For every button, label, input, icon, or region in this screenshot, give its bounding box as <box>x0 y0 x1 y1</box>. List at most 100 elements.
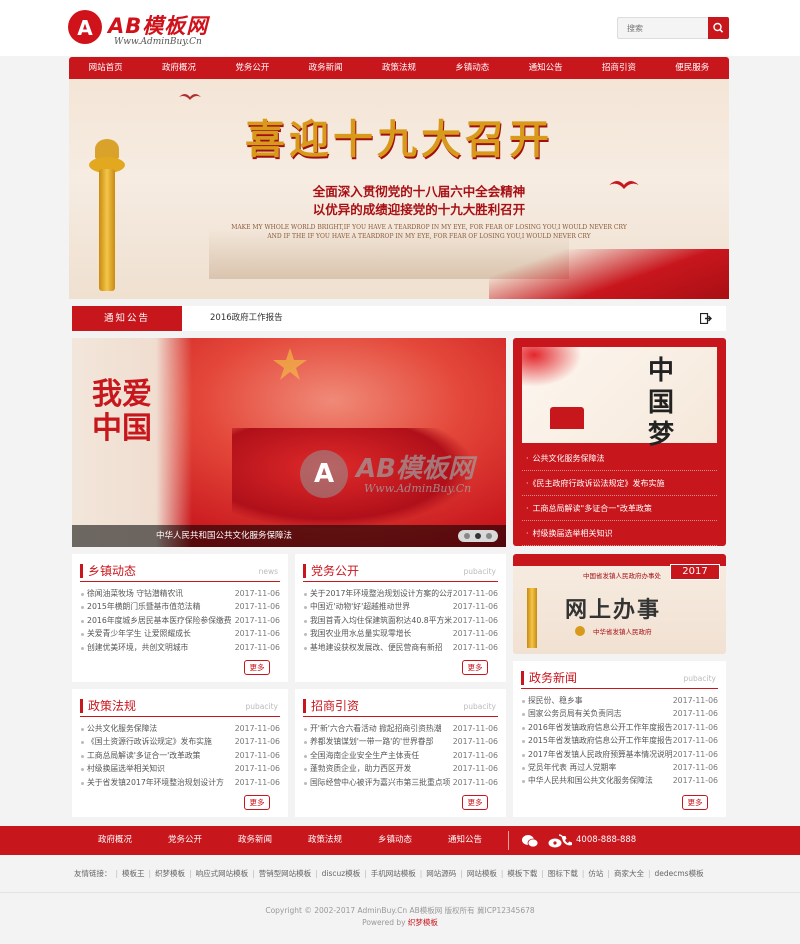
list-item[interactable]: 蓬勃资质企业，助力西区开发 2017-11-06 <box>303 762 498 775</box>
list-item[interactable]: 公共文化服务保障法 2017-11-06 <box>80 722 280 735</box>
news-title[interactable]: 基地建设获权发展改、便民营商有新招 <box>303 641 452 654</box>
list-item[interactable]: 中华人民共和国公共文化服务保障法 2017-11-06 <box>521 774 718 787</box>
list-item[interactable]: 工商总局解读"多证合一"改革政策 <box>522 496 717 521</box>
list-item[interactable]: 2015年省发镇政府信息公开工作年度报告 2017-11-06 <box>521 734 718 747</box>
list-item[interactable]: 探民份、稳乡事 2017-11-06 <box>521 694 718 707</box>
friend-link[interactable]: 织梦模板 <box>155 869 185 878</box>
list-item[interactable]: 《民主政府行政诉讼法规定》发布实施 <box>522 471 717 496</box>
news-title[interactable]: 工商总局解读'多证合一'改革政策 <box>80 749 234 762</box>
list-item[interactable]: 关于2017年环境整治规划设计方案的公示 2017-11-06 <box>303 587 498 600</box>
friend-link[interactable]: dedecms模板 <box>654 869 703 878</box>
more-button[interactable]: 更多 <box>682 795 708 810</box>
search-input[interactable] <box>617 17 708 39</box>
nav-notices[interactable]: 通知公告 <box>509 57 582 79</box>
list-item[interactable]: 全国海南企业安全生产主体责任 2017-11-06 <box>303 749 498 762</box>
nav-gov-news[interactable]: 政务新闻 <box>289 57 362 79</box>
list-item[interactable]: 公共文化服务保障法 <box>522 446 717 471</box>
nav-home[interactable]: 网站首页 <box>69 57 142 79</box>
news-title[interactable]: 关于省发镇2017年环境整治规划设计方 <box>80 776 234 789</box>
china-dream-image[interactable]: 中国梦 <box>522 347 717 450</box>
footer-nav-item[interactable]: 党务公开 <box>150 826 220 855</box>
list-item[interactable]: 徐闻油菜牧场 守钻潜精农讯 2017-11-06 <box>80 587 280 600</box>
friend-link[interactable]: 网站模板 <box>467 869 497 878</box>
nav-party-affairs[interactable]: 党务公开 <box>216 57 289 79</box>
list-item[interactable]: 党员年代表 再过人党期率 2017-11-06 <box>521 761 718 774</box>
nav-policy[interactable]: 政策法规 <box>362 57 435 79</box>
footer-nav-item[interactable]: 通知公告 <box>430 826 500 855</box>
wechat-icon[interactable] <box>522 834 538 848</box>
news-title[interactable]: 开'新'六合六看活动 掀起招商引资热潮 <box>303 722 452 735</box>
list-item[interactable]: 工商总局解读'多证合一'改革政策 2017-11-06 <box>80 749 280 762</box>
news-title[interactable]: 关爱青少年学生 让爱照耀成长 <box>80 627 234 640</box>
news-title[interactable]: 2016年度城乡居民基本医疗保险参保缴费 <box>80 614 234 627</box>
friend-link[interactable]: 响应式网站模板 <box>196 869 249 878</box>
news-title[interactable]: 党员年代表 再过人党期率 <box>521 761 672 774</box>
list-item[interactable]: 2017年省发镇人民政府预算基本情况说明 2017-11-06 <box>521 748 718 761</box>
list-item[interactable]: 创建优美环境，共创文明城市 2017-11-06 <box>80 641 280 654</box>
more-button[interactable]: 更多 <box>462 795 488 810</box>
news-title[interactable]: 探民份、稳乡事 <box>521 694 672 707</box>
news-title[interactable]: 公共文化服务保障法 <box>80 722 234 735</box>
friend-link[interactable]: 模板王 <box>122 869 145 878</box>
friend-link[interactable]: 商家大全 <box>614 869 644 878</box>
list-item[interactable]: 关爱青少年学生 让爱照耀成长 2017-11-06 <box>80 627 280 640</box>
search-button[interactable] <box>708 17 729 39</box>
friend-link[interactable]: 网站源码 <box>426 869 456 878</box>
news-title[interactable]: 蓬勃资质企业，助力西区开发 <box>303 762 452 775</box>
list-item[interactable]: 基地建设获权发展改、便民营商有新招 2017-11-06 <box>303 641 498 654</box>
news-title[interactable]: 2017年省发镇人民政府预算基本情况说明 <box>521 748 672 761</box>
news-title[interactable]: 创建优美环境，共创文明城市 <box>80 641 234 654</box>
news-title[interactable]: 中华人民共和国公共文化服务保障法 <box>521 774 672 787</box>
nav-investment[interactable]: 招商引资 <box>582 57 655 79</box>
footer-nav-item[interactable]: 政务新闻 <box>220 826 290 855</box>
list-item[interactable]: 村级换届选举相关知识 <box>522 521 717 546</box>
list-item[interactable]: 《国土资源行政诉讼规定》发布实施 2017-11-06 <box>80 735 280 748</box>
list-item[interactable]: 关于省发镇2017年环境整治规划设计方 2017-11-06 <box>80 776 280 789</box>
news-title[interactable]: 国际经营中心被评为嘉兴市第三批重点项 <box>303 776 452 789</box>
news-title[interactable]: 国家公务员局有关负责同志 <box>521 707 672 720</box>
news-title[interactable]: 2016年省发镇政府信息公开工作年度报告 <box>521 721 672 734</box>
online-office-banner[interactable]: 中国省发镇人民政府办事处 2017 网上办事 中华省发镇人民政府 <box>513 554 726 654</box>
news-title[interactable]: 徐闻油菜牧场 守钻潜精农讯 <box>80 587 234 600</box>
list-item[interactable]: 2015年横朗门乐暨基市值范法精 2017-11-06 <box>80 600 280 613</box>
list-item[interactable]: 国家公务员局有关负责同志 2017-11-06 <box>521 707 718 720</box>
list-item[interactable]: 我国农业用水总量实现零增长 2017-11-06 <box>303 627 498 640</box>
slider-dot-active[interactable] <box>475 533 481 539</box>
news-title[interactable]: 养都发镇谋划'一带一路'的'世界眷部 <box>303 735 452 748</box>
news-title[interactable]: 2015年省发镇政府信息公开工作年度报告 <box>521 734 672 747</box>
friend-link[interactable]: 营销型网站模板 <box>259 869 312 878</box>
list-item[interactable]: 养都发镇谋划'一带一路'的'世界眷部 2017-11-06 <box>303 735 498 748</box>
notice-text[interactable]: 2016政府工作报告 <box>210 306 283 331</box>
list-item[interactable]: 国际经营中心被评为嘉兴市第三批重点项 2017-11-06 <box>303 776 498 789</box>
nav-town-news[interactable]: 乡镇动态 <box>436 57 509 79</box>
more-button[interactable]: 更多 <box>244 660 270 675</box>
list-item[interactable]: 2016年省发镇政府信息公开工作年度报告 2017-11-06 <box>521 721 718 734</box>
news-title[interactable]: 全国海南企业安全生产主体责任 <box>303 749 452 762</box>
news-title[interactable]: 中国近'动物'好'超越推动世界 <box>303 600 452 613</box>
news-title[interactable]: 《国土资源行政诉讼规定》发布实施 <box>80 735 234 748</box>
slider-dot[interactable] <box>464 533 470 539</box>
logo[interactable]: A AB模板网 Www.AdminBuy.Cn <box>68 8 228 50</box>
friend-link[interactable]: 仿站 <box>588 869 603 878</box>
nav-gov-overview[interactable]: 政府概况 <box>142 57 215 79</box>
arrow-exit-icon[interactable] <box>700 313 712 324</box>
slider-dot[interactable] <box>486 533 492 539</box>
friend-link[interactable]: discuz模板 <box>322 869 361 878</box>
friend-link[interactable]: 手机网站模板 <box>371 869 416 878</box>
list-item[interactable]: 我国首青入均住保建筑面积达40.8平方米 2017-11-06 <box>303 614 498 627</box>
powered-link[interactable]: 织梦模板 <box>408 918 438 927</box>
footer-nav-item[interactable]: 乡镇动态 <box>360 826 430 855</box>
footer-nav-item[interactable]: 政策法规 <box>290 826 360 855</box>
list-item[interactable]: 村级换届选举相关知识 2017-11-06 <box>80 762 280 775</box>
news-title[interactable]: 我国首青入均住保建筑面积达40.8平方米 <box>303 614 452 627</box>
more-button[interactable]: 更多 <box>244 795 270 810</box>
list-item[interactable]: 中国近'动物'好'超越推动世界 2017-11-06 <box>303 600 498 613</box>
footer-nav-item[interactable]: 政府概况 <box>80 826 150 855</box>
news-title[interactable]: 关于2017年环境整治规划设计方案的公示 <box>303 587 452 600</box>
list-item[interactable]: 开'新'六合六看活动 掀起招商引资热潮 2017-11-06 <box>303 722 498 735</box>
news-title[interactable]: 2015年横朗门乐暨基市值范法精 <box>80 600 234 613</box>
list-item[interactable]: 2016年度城乡居民基本医疗保险参保缴费 2017-11-06 <box>80 614 280 627</box>
friend-link[interactable]: 图标下载 <box>548 869 578 878</box>
news-title[interactable]: 村级换届选举相关知识 <box>80 762 234 775</box>
friend-link[interactable]: 模板下载 <box>507 869 537 878</box>
